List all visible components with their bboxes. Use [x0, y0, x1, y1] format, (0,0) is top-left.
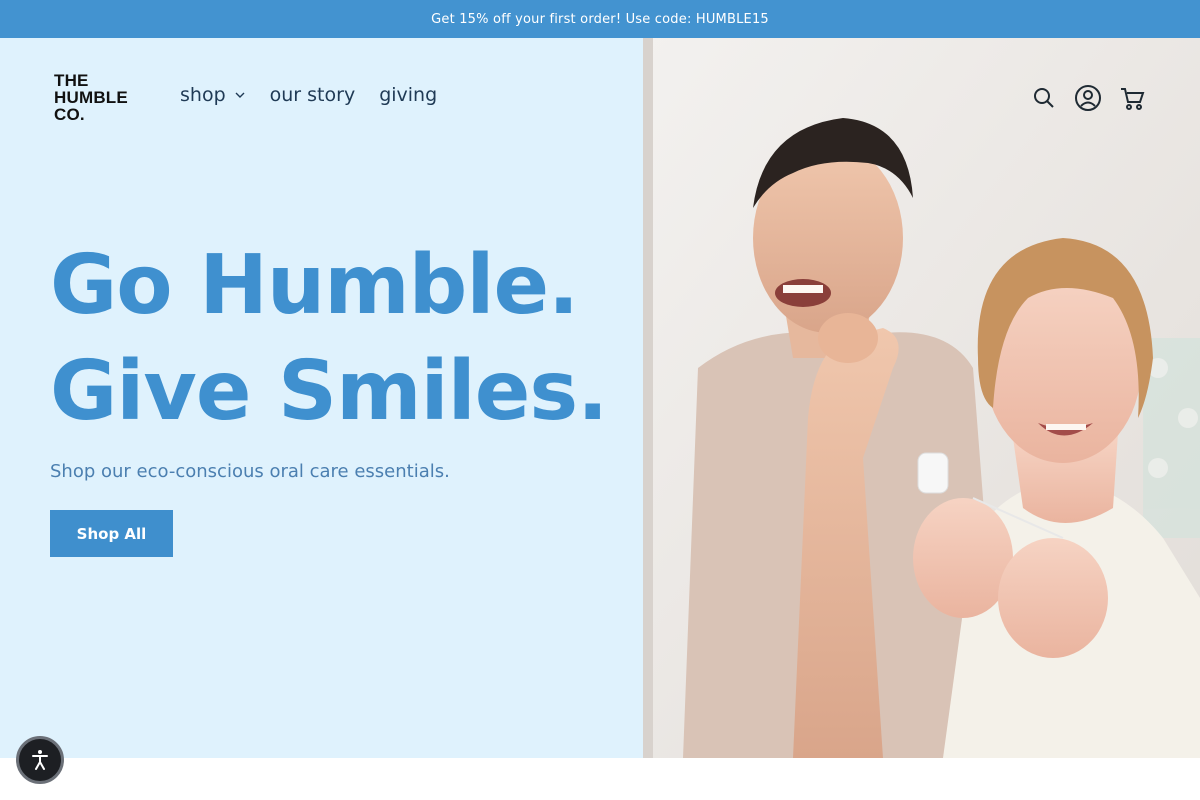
- hero-subtext: Shop our eco-conscious oral care essenti…: [50, 461, 450, 482]
- cart-icon[interactable]: [1118, 84, 1146, 112]
- main-nav: shop our story giving: [180, 84, 461, 106]
- logo-line-3: CO.: [54, 105, 85, 124]
- chevron-down-icon: [235, 92, 245, 98]
- nav-item-giving[interactable]: giving: [379, 84, 437, 106]
- logo-line-2: HUMBLE: [54, 88, 128, 107]
- headline-line-1: Go Humble.: [50, 238, 579, 333]
- account-icon[interactable]: [1074, 84, 1102, 112]
- brand-logo[interactable]: THE HUMBLE CO.: [54, 72, 138, 128]
- accessibility-button[interactable]: [16, 736, 64, 784]
- announcement-text: Get 15% off your first order! Use code: …: [431, 11, 769, 27]
- search-icon[interactable]: [1030, 84, 1058, 112]
- announcement-bar: Get 15% off your first order! Use code: …: [0, 0, 1200, 38]
- nav-item-our-story[interactable]: our story: [270, 84, 356, 106]
- accessibility-icon: [32, 750, 48, 770]
- shop-all-button[interactable]: Shop All: [50, 510, 173, 557]
- nav-item-label: our story: [269, 84, 356, 106]
- headline-line-2: Give Smiles.: [50, 344, 608, 439]
- nav-item-label: shop: [180, 84, 226, 106]
- nav-item-label: giving: [379, 84, 438, 106]
- header-icons: [1030, 84, 1146, 112]
- logo-line-1: THE: [54, 71, 89, 90]
- site-header: THE HUMBLE CO. shop our story giving: [0, 38, 1200, 158]
- hero-headline: Go Humble. Give Smiles.: [50, 233, 630, 445]
- nav-item-shop[interactable]: shop: [180, 84, 246, 106]
